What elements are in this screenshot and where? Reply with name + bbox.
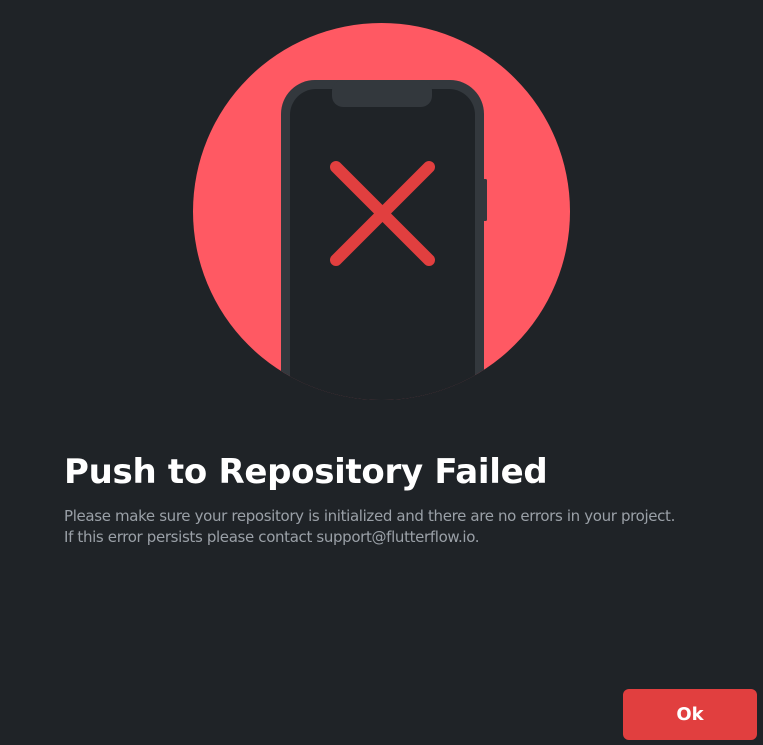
dialog-title: Push to Repository Failed <box>64 452 548 492</box>
phone-graphic <box>281 80 487 400</box>
dialog-message: Please make sure your repository is init… <box>64 506 724 548</box>
phone-with-x-icon <box>193 23 570 400</box>
error-illustration <box>193 23 570 400</box>
dialog-message-line-1: Please make sure your repository is init… <box>64 507 676 525</box>
ok-button[interactable]: Ok <box>623 689 757 740</box>
dialog-message-line-2: If this error persists please contact su… <box>64 528 480 546</box>
